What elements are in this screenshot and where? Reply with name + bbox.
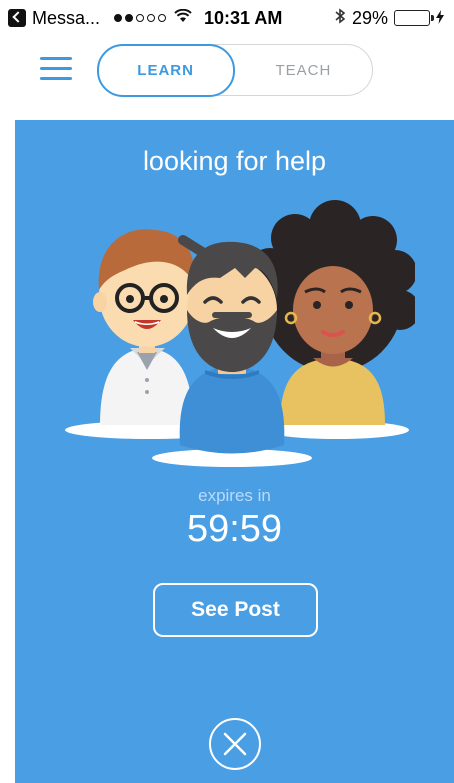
status-time: 10:31 AM [204, 7, 283, 28]
menu-icon[interactable] [40, 55, 72, 81]
see-post-button[interactable]: See Post [153, 583, 318, 637]
wifi-icon [174, 8, 192, 28]
signal-dot [147, 14, 156, 22]
back-app-label: Messa... [32, 7, 101, 28]
back-to-app[interactable]: Messa... [8, 8, 100, 29]
signal-dot [158, 14, 167, 22]
signal-dot [114, 14, 123, 22]
close-icon[interactable] [209, 718, 261, 770]
charging-icon [436, 9, 444, 27]
panel-title: looking for help [142, 146, 327, 176]
request-panel: looking for help expires in 59:59 See Po… [15, 120, 454, 783]
battery-percent: 29% [351, 7, 388, 28]
tutors-illustration [65, 200, 415, 467]
learn-teach-toggle: LEARN TEACH [96, 43, 373, 97]
status-bar: Messa... 10:31 AM 29% [0, 0, 454, 36]
bluetooth-icon [334, 7, 346, 29]
expires-label: expires in [198, 486, 271, 505]
countdown-timer: 59:59 [186, 508, 283, 550]
signal-dot [125, 14, 134, 22]
battery-icon [394, 10, 434, 26]
signal-strength-icon [114, 14, 167, 22]
tab-teach[interactable]: TEACH [235, 45, 372, 95]
top-nav: LEARN TEACH [0, 40, 454, 110]
signal-dot [136, 14, 145, 22]
back-icon [8, 9, 26, 27]
tab-learn[interactable]: LEARN [96, 43, 235, 97]
